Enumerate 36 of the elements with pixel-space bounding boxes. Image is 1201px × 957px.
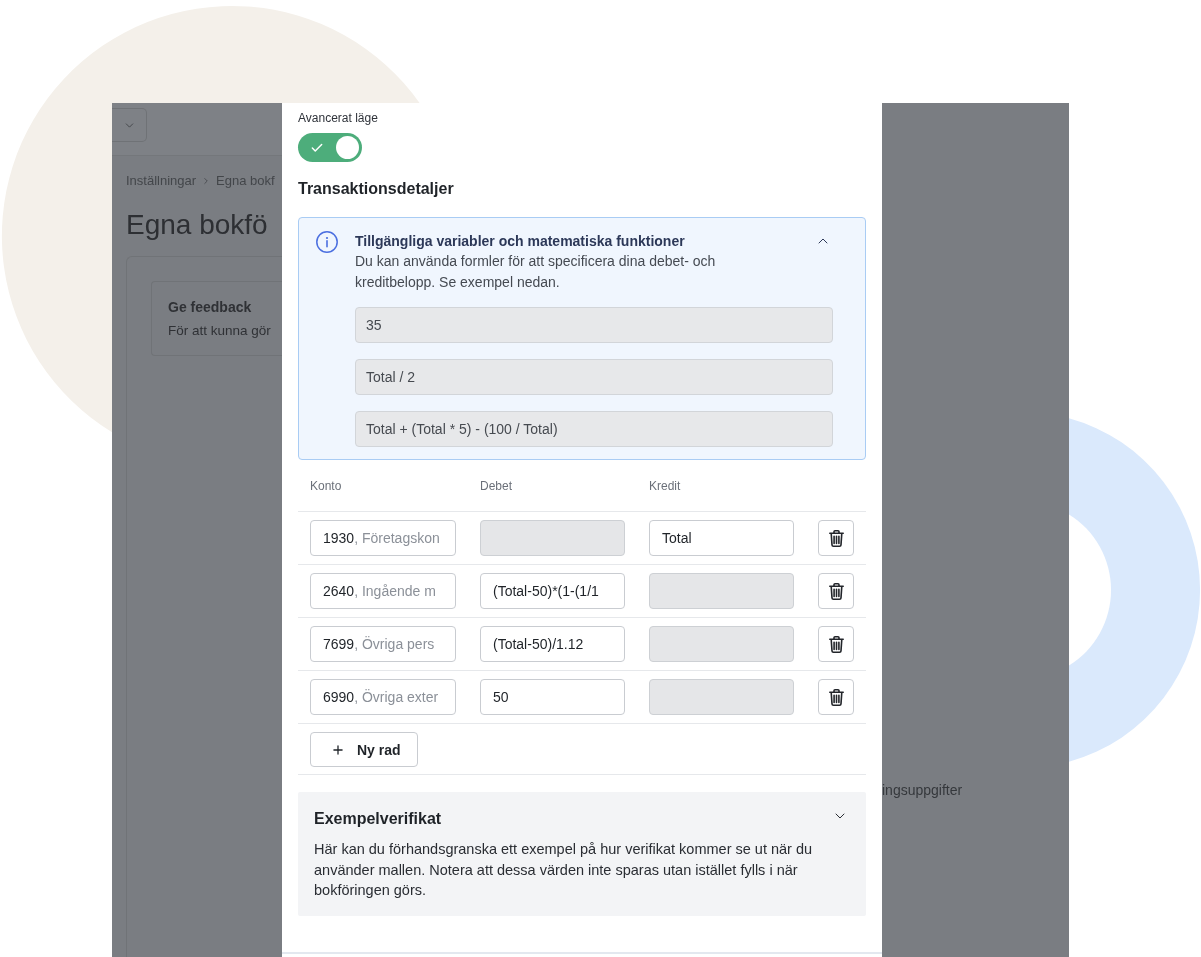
trash-icon [828, 582, 844, 600]
delete-row-button[interactable] [818, 679, 854, 715]
example-field: 35 [355, 307, 833, 343]
info-description: Du kan använda formler för att specificera dina debet- och kreditbelopp. Se exempel nedan. [355, 252, 717, 292]
debit-field[interactable]: (Total-50)/1.12 [480, 626, 625, 662]
delete-row-button[interactable] [818, 520, 854, 556]
plus-icon [331, 742, 345, 757]
info-icon [316, 231, 338, 253]
toggle-label: Avancerat läge [298, 110, 378, 126]
trash-icon [828, 529, 844, 547]
column-header: Kredit [649, 477, 681, 494]
delete-row-button[interactable] [818, 626, 854, 662]
example-field: Total / 2 [355, 359, 833, 395]
example-field: Total + (Total * 5) - (100 / Total) [355, 411, 833, 447]
trash-icon [828, 635, 844, 653]
trash-icon [828, 688, 844, 706]
account-field[interactable]: 2640, Ingående m [310, 573, 456, 609]
toggle-switch[interactable] [298, 133, 362, 162]
column-header: Debet [480, 477, 513, 494]
credit-field[interactable]: Total [649, 520, 794, 556]
info-title: Tillgängliga variabler och matematiska funktioner [355, 232, 685, 251]
delete-row-button[interactable] [818, 573, 854, 609]
section-title: Transaktionsdetaljer [298, 179, 454, 199]
column-header: Konto [310, 477, 342, 494]
debit-field[interactable]: 50 [480, 679, 625, 715]
account-field[interactable]: 1930, Företagskon [310, 520, 456, 556]
feedback-text: För att kunna gör [168, 322, 272, 340]
feedback-title: Ge feedback [168, 298, 253, 316]
account-field[interactable]: 7699, Övriga pers [310, 626, 456, 662]
debit-field[interactable]: (Total-50)*(1-(1/1 [480, 573, 625, 609]
account-field[interactable]: 6990, Övriga exter [310, 679, 456, 715]
page-title: Egna bokfö [126, 208, 269, 242]
add-row-button[interactable]: Ny rad [310, 732, 418, 767]
background-text: ingsuppgifter [882, 781, 963, 799]
example-title: Exempelverifikat [314, 809, 442, 829]
example-description: Här kan du förhandsgranska ett exempel på hur verifikat kommer se ut när du använder mallen. Notera att dessa värden inte sparas utan istället fylls i när bokföringen görs. [314, 840, 814, 900]
